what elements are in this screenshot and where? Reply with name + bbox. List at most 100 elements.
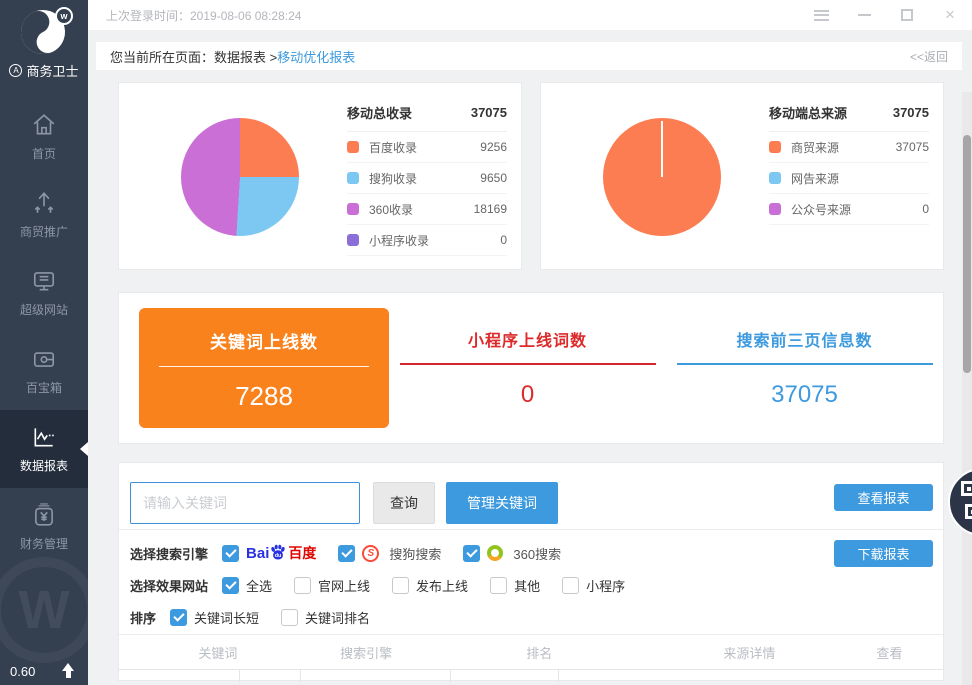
legend-item: 搜狗收录 9650: [347, 163, 507, 194]
hamburger-icon: [814, 10, 829, 21]
stat-title: 关键词上线数: [139, 328, 389, 353]
column-header: 关键词: [119, 643, 317, 662]
sidebar-item-promotion[interactable]: 商贸推广: [0, 176, 88, 254]
minimize-icon: [858, 14, 871, 16]
baidu-logo: Bai du 百度: [246, 543, 316, 563]
mobile-index-chart-card: 移动总收录 37075 百度收录 9256 搜狗收录 9650: [118, 82, 522, 270]
sidebar-item-data-report[interactable]: 数据报表: [0, 410, 88, 488]
sidebar-item-home[interactable]: 首页: [0, 98, 88, 176]
stat-value: 0: [389, 381, 666, 409]
site-option-publish[interactable]: 发布上线: [392, 576, 468, 595]
query-button[interactable]: 查询: [373, 482, 435, 524]
sogou-logo-icon: S: [362, 545, 379, 562]
finance-yuan-icon: [31, 502, 57, 528]
download-report-button[interactable]: 下载报表: [834, 540, 933, 567]
top3-pages-stat[interactable]: 搜索前三页信息数 37075: [666, 327, 943, 409]
publish-checkbox[interactable]: [392, 577, 409, 594]
close-button[interactable]: ×: [942, 7, 958, 23]
sidebar-item-label: 商贸推广: [20, 223, 68, 240]
keyword-filter-card: 查询 管理关键词 查看报表 下载报表 选择搜索引擎 Bai: [118, 462, 944, 681]
view-report-button[interactable]: 查看报表: [834, 484, 933, 511]
qr-code-icon: [965, 504, 972, 519]
sort-option-length[interactable]: 关键词长短: [170, 608, 259, 627]
sidebar: w A 商务卫士 首页 商贸推广 超级网站 百宝箱 数据报表 财务管理: [0, 0, 88, 685]
monitor-icon: [31, 268, 57, 294]
sidebar-item-super-website[interactable]: 超级网站: [0, 254, 88, 332]
column-header: 搜索引擎: [317, 643, 416, 662]
keyword-search-input[interactable]: [130, 482, 360, 524]
sogou-checkbox[interactable]: [338, 545, 355, 562]
maximize-button[interactable]: [899, 7, 915, 23]
keyword-length-checkbox[interactable]: [170, 609, 187, 626]
baidu-checkbox[interactable]: [222, 545, 239, 562]
miniprogram-words-stat[interactable]: 小程序上线词数 0: [389, 327, 666, 409]
app-logo: w: [20, 9, 68, 57]
mobile-source-pie-chart[interactable]: [603, 118, 721, 236]
menu-button[interactable]: [813, 7, 829, 23]
chart-report-icon: [31, 424, 57, 450]
sogou-engine-option[interactable]: S 搜狗搜索: [338, 544, 441, 563]
select-all-checkbox[interactable]: [222, 577, 239, 594]
toolbox-icon: [31, 346, 57, 372]
manage-keywords-button[interactable]: 管理关键词: [446, 482, 558, 524]
stat-value: 7288: [139, 381, 389, 412]
mobile-source-chart-card: 移动端总来源 37075 商贸来源 37075 网告来源: [540, 82, 944, 270]
last-login-time: 上次登录时间：2019-08-06 08:28:24: [106, 7, 301, 24]
chart-legend: 移动总收录 37075 百度收录 9256 搜狗收录 9650: [347, 103, 507, 256]
site-option-all[interactable]: 全选: [222, 576, 272, 595]
stat-value: 37075: [666, 381, 943, 409]
keyword-online-stat[interactable]: 关键词上线数 7288: [139, 308, 389, 428]
legend-title: 移动总收录: [347, 103, 412, 122]
stat-title: 搜索前三页信息数: [666, 327, 943, 351]
360-engine-option[interactable]: 360搜索: [463, 544, 561, 563]
svg-text:du: du: [275, 553, 282, 559]
vertical-scrollbar[interactable]: [962, 92, 972, 685]
site-option-other[interactable]: 其他: [490, 576, 540, 595]
sidebar-item-label: 首页: [32, 145, 56, 162]
column-header: 排名: [416, 643, 663, 662]
stat-divider: [677, 363, 933, 365]
column-header: 查看: [836, 643, 943, 662]
baidu-engine-option[interactable]: Bai du 百度: [222, 543, 316, 563]
brand: A 商务卫士: [0, 61, 88, 80]
site-option-official[interactable]: 官网上线: [294, 576, 370, 595]
baidu-paw-icon: du: [269, 544, 287, 562]
legend-swatch: [769, 141, 781, 153]
filter-label: 选择搜索引擎: [130, 544, 208, 563]
miniprogram-checkbox[interactable]: [562, 577, 579, 594]
search-engine-filter-row: 选择搜索引擎 Bai du: [130, 538, 943, 568]
column-header: 来源详情: [663, 643, 836, 662]
stat-divider: [159, 366, 369, 367]
breadcrumb-current[interactable]: 移动优化报表: [277, 47, 355, 66]
upload-arrow-icon[interactable]: [60, 663, 76, 679]
circle-a-icon: A: [9, 64, 22, 77]
sidebar-item-label: 百宝箱: [26, 379, 62, 396]
site-option-miniprogram[interactable]: 小程序: [562, 576, 625, 595]
legend-item: 小程序收录 0: [347, 225, 507, 256]
breadcrumb-prefix: 您当前所在页面：数据报表 >: [110, 47, 277, 66]
sort-filter-row: 排序 关键词长短 关键词排名: [130, 602, 943, 632]
legend-total: 37075: [893, 105, 929, 120]
sidebar-item-toolbox[interactable]: 百宝箱: [0, 332, 88, 410]
back-link[interactable]: <<返回: [910, 48, 948, 65]
legend-item: 公众号来源 0: [769, 194, 929, 225]
sidebar-item-label: 财务管理: [20, 535, 68, 552]
legend-item: 百度收录 9256: [347, 132, 507, 163]
scrollbar-thumb[interactable]: [963, 135, 971, 373]
filter-label: 排序: [130, 608, 156, 627]
legend-swatch: [347, 203, 359, 215]
other-checkbox[interactable]: [490, 577, 507, 594]
keyword-rank-checkbox[interactable]: [281, 609, 298, 626]
result-table-header: 关键词 搜索引擎 排名 来源详情 查看: [119, 635, 943, 669]
table-row: [119, 669, 943, 683]
sort-option-rank[interactable]: 关键词排名: [281, 608, 370, 627]
qr-code-icon: [961, 481, 972, 496]
sidebar-item-finance[interactable]: 财务管理: [0, 488, 88, 566]
legend-item: 商贸来源 37075: [769, 132, 929, 163]
360-checkbox[interactable]: [463, 545, 480, 562]
official-site-checkbox[interactable]: [294, 577, 311, 594]
breadcrumb: 您当前所在页面：数据报表 > 移动优化报表 <<返回: [96, 42, 962, 70]
minimize-button[interactable]: [856, 7, 872, 23]
mobile-index-pie-chart[interactable]: [181, 118, 299, 236]
legend-item: 网告来源: [769, 163, 929, 194]
